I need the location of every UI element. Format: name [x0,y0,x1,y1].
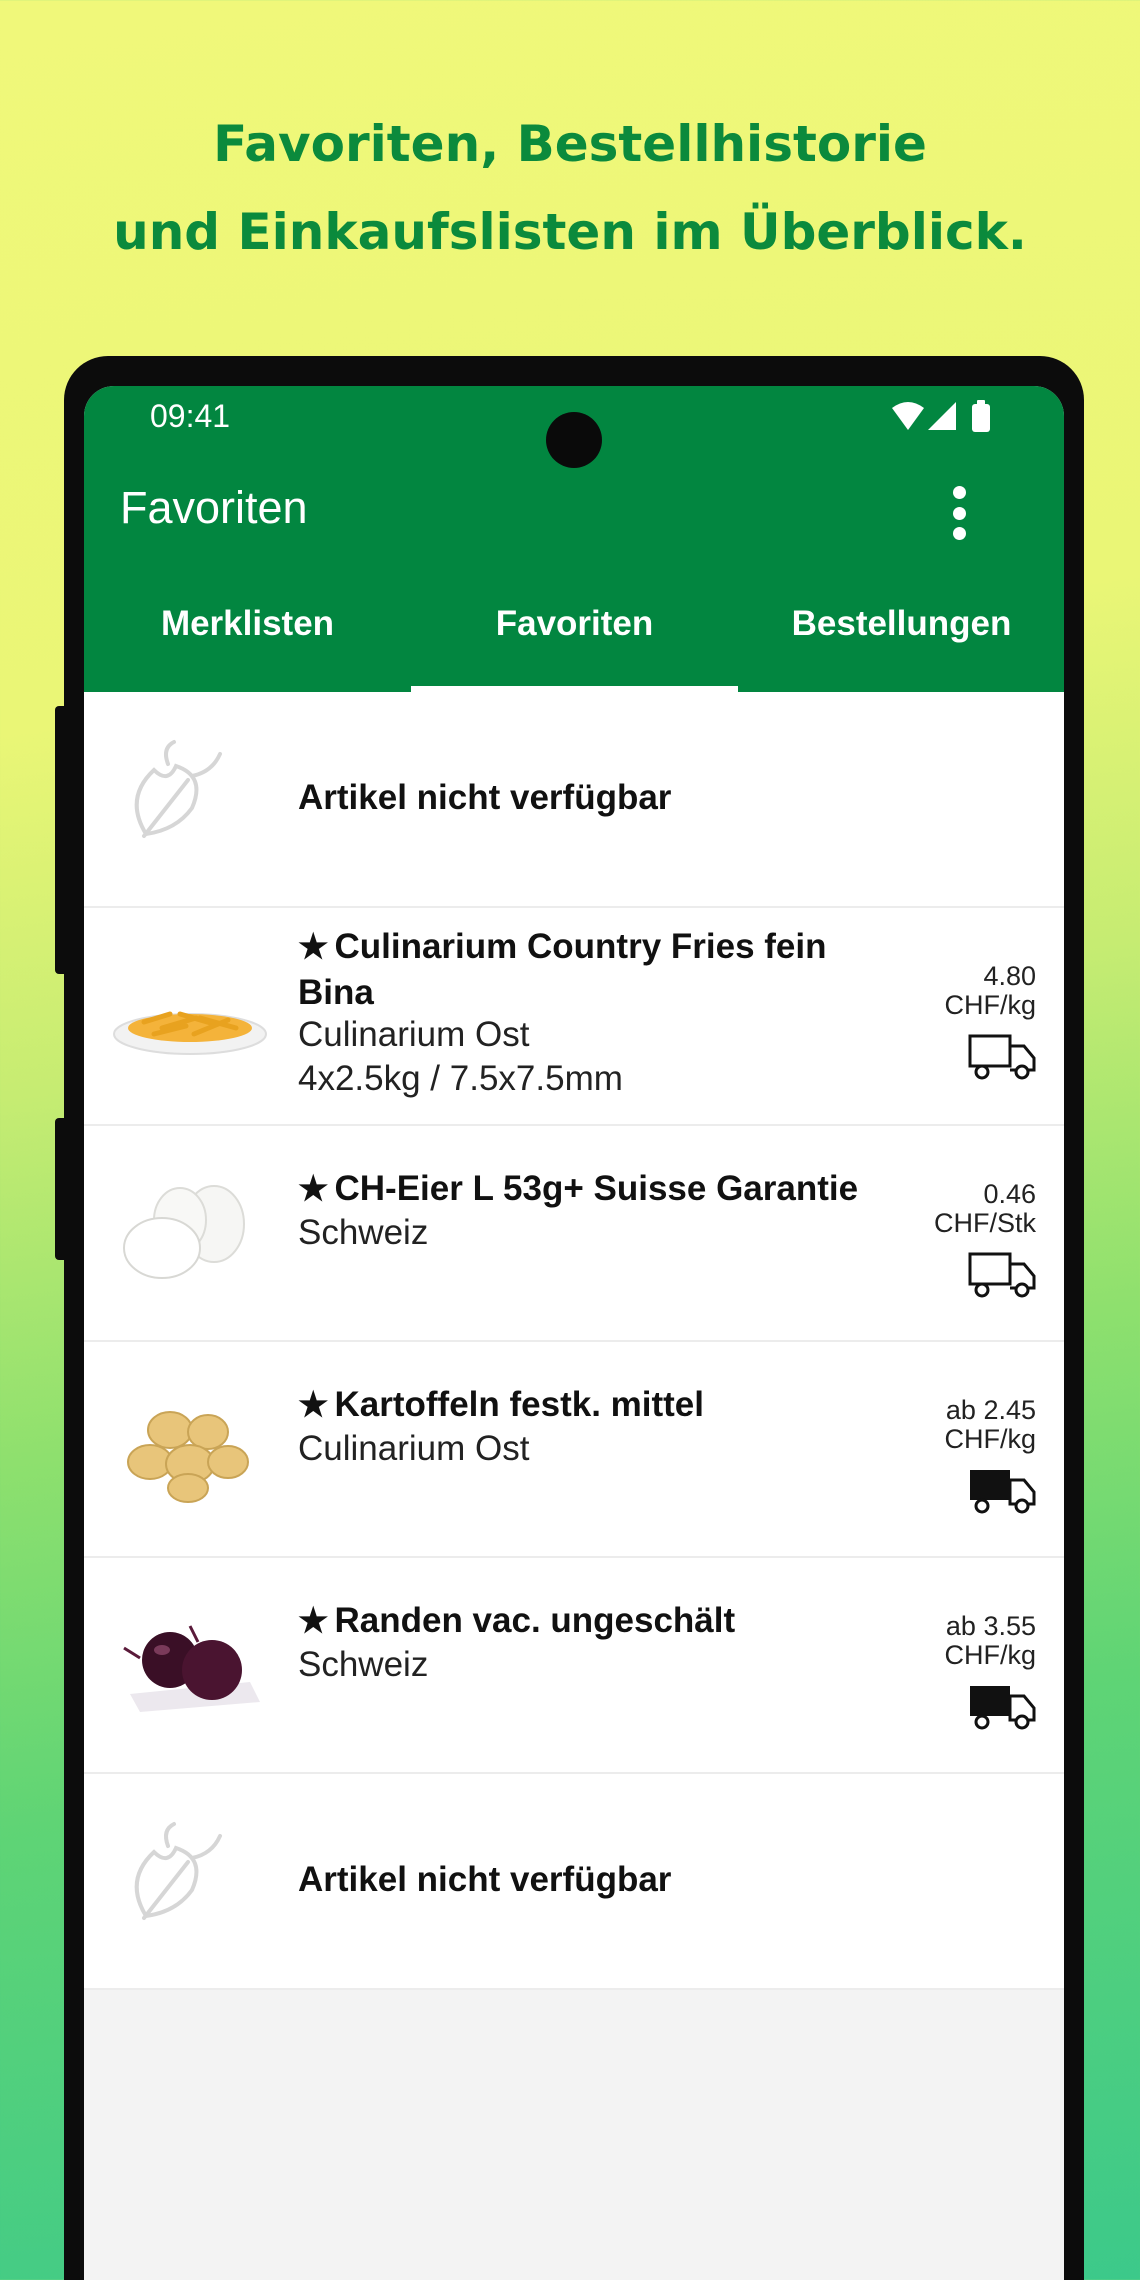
tab-merklisten[interactable]: Merklisten [84,596,411,692]
list-item[interactable]: ★ Kartoffeln festk. mittel Culinarium Ost… [84,1342,1064,1558]
item-origin: Culinarium Ost [298,1429,530,1468]
item-origin: Culinarium Ost [298,1015,530,1054]
list-item[interactable]: ★ Randen vac. ungeschält Schweiz ab 3.55 C… [84,1558,1064,1774]
item-origin: Schweiz [298,1213,429,1252]
more-vert-icon[interactable] [934,478,984,548]
camera-cutout [546,412,602,468]
list-item[interactable]: Artikel nicht verfügbar [84,1774,1064,1990]
favorite-star-icon[interactable]: ★ [298,1170,328,1208]
promo-headline: Favoriten, Bestellhistorie und Einkaufsl… [0,100,1140,276]
headline-line-2: und Einkaufslisten im Überblick. [113,203,1027,261]
placeholder-leaf-icon [134,1822,222,1920]
list-item[interactable]: ★ CH-Eier L 53g+ Suisse Garantie Schweiz … [84,1126,1064,1342]
unavailable-label: Artikel nicht verfügbar [298,1860,672,1899]
favorite-star-icon[interactable]: ★ [298,928,328,966]
item-name: ★ Culinarium Country Fries fein Bina [298,927,827,1012]
page-title: Favoriten [120,482,308,533]
placeholder-leaf-icon [134,740,222,838]
item-name: ★ Randen vac. ungeschält [298,1601,736,1640]
favorite-star-icon[interactable]: ★ [298,1602,328,1640]
battery-icon [972,400,990,432]
item-name: ★ CH-Eier L 53g+ Suisse Garantie [298,1169,859,1208]
item-price: 0.46 CHF/Stk [933,1179,1036,1238]
signal-icon [928,402,956,430]
favorite-star-icon[interactable]: ★ [298,1386,328,1424]
truck-filled-icon [970,1470,1036,1514]
truck-filled-icon [970,1686,1036,1730]
app-bar: 09:41 Favoriten Merklisten Favoriten Bes… [84,386,1064,692]
headline-line-1: Favoriten, Bestellhistorie [213,115,927,173]
item-origin: Schweiz [298,1645,429,1684]
status-time: 09:41 [150,398,231,434]
wifi-icon [892,402,924,430]
product-image-potatoes [127,1411,249,1503]
item-price: ab 3.55 CHF/kg [944,1611,1036,1670]
status-icons [892,400,990,432]
product-image-fries [113,1011,267,1055]
item-packaging: 4x2.5kg / 7.5x7.5mm [298,1059,623,1098]
item-price: 4.80 CHF/kg [944,961,1036,1020]
unavailable-label: Artikel nicht verfügbar [298,778,672,817]
item-price: ab 2.45 CHF/kg [944,1395,1036,1454]
product-image-eggs [123,1185,245,1279]
tab-bestellungen[interactable]: Bestellungen [738,596,1064,692]
truck-outline-icon [968,1034,1036,1080]
product-image-beets [123,1625,260,1712]
app-screen: 09:41 Favoriten Merklisten Favoriten Bes… [84,386,1064,2280]
truck-outline-icon [968,1252,1036,1298]
list-item[interactable]: ★ Culinarium Country Fries fein Bina Culi… [84,908,1064,1126]
list-item[interactable]: Artikel nicht verfügbar [84,692,1064,908]
tab-favoriten[interactable]: Favoriten [411,596,738,692]
item-name: ★ Kartoffeln festk. mittel [298,1385,704,1424]
